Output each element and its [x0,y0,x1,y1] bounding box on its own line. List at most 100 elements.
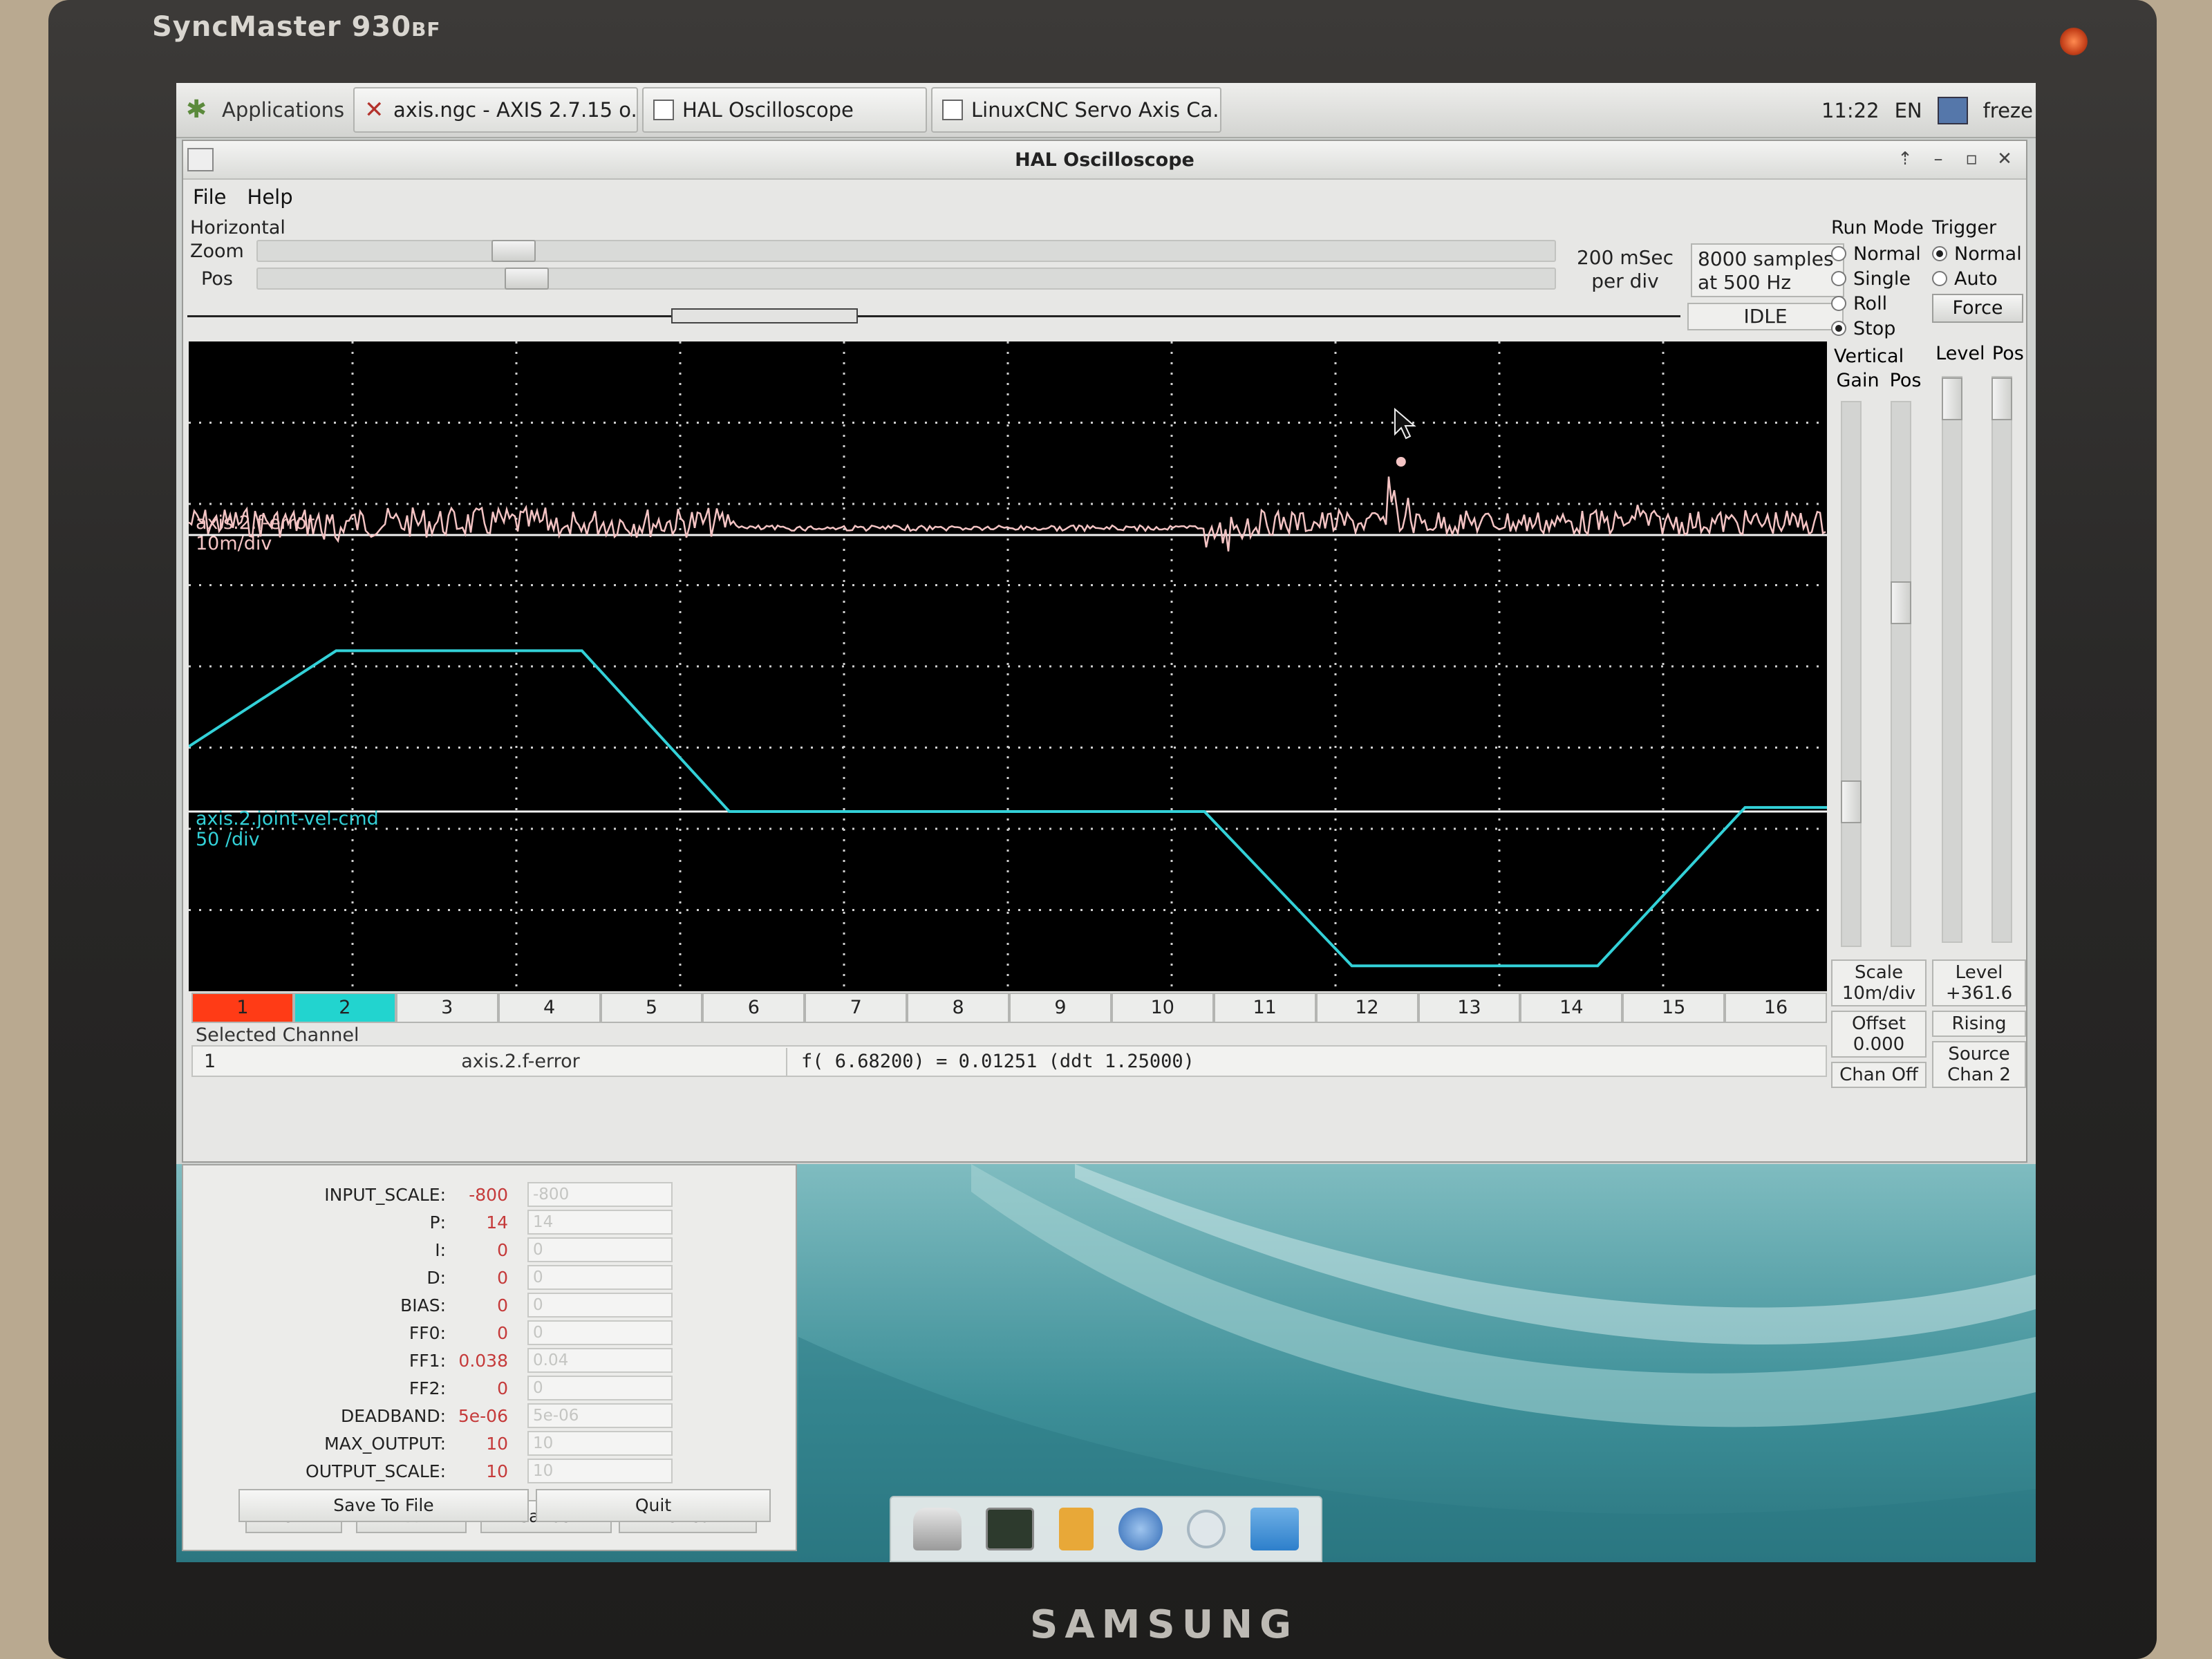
system-tray: 11:22 EN freze [1806,83,2036,138]
shade-icon[interactable]: ⇡ [1893,149,1917,170]
zoom-slider[interactable] [256,240,1556,262]
pos-slider-thumb[interactable] [505,268,549,290]
file-manager-icon[interactable] [1059,1508,1094,1550]
channel-button-9[interactable]: 9 [1009,993,1112,1023]
clock[interactable]: 11:22 [1821,99,1880,122]
folder-icon[interactable] [1250,1508,1300,1550]
param-input[interactable]: 0.04 [527,1348,673,1373]
channel-button-6[interactable]: 6 [702,993,805,1023]
close-icon[interactable]: ✕ [1993,149,2016,170]
channel2-trace-label: axis.2.joint-vel-cmd 50 /div [196,809,379,850]
trigger-auto[interactable]: Auto [1932,266,2026,291]
vertical-pos-slider-thumb[interactable] [1891,581,1911,624]
menu-file[interactable]: File [193,185,227,209]
record-window-marker[interactable] [671,308,858,324]
vertical-title: Vertical [1834,346,1904,367]
channel-button-7[interactable]: 7 [805,993,908,1023]
minimize-icon[interactable]: – [1927,149,1950,170]
sample-rate-button[interactable]: 8000 samples at 500 Hz [1691,243,1844,297]
web-browser-icon[interactable] [1118,1508,1163,1550]
param-input[interactable]: 0 [527,1293,673,1318]
channel-button-10[interactable]: 10 [1111,993,1214,1023]
gain-slider-thumb[interactable] [1841,780,1862,823]
channel1-scale: 10m/div [196,533,272,554]
vertical-pos-label: Pos [1889,370,1922,391]
monitor-model-label: SyncMaster 930BF [152,11,441,43]
param-current-value: 10 [486,1434,508,1454]
channel-button-16[interactable]: 16 [1725,993,1827,1023]
search-icon[interactable] [1187,1510,1226,1548]
taskbar: ✱ Applications ✕ axis.ngc - AXIS 2.7.15 … [176,83,2036,138]
channel-button-3[interactable]: 3 [395,993,498,1023]
trigger-level-slider[interactable] [1942,376,1962,943]
channel-button-12[interactable]: 12 [1315,993,1418,1023]
trigger-source-button[interactable]: Source Chan 2 [1932,1041,2026,1088]
param-current-value: 10 [486,1461,508,1481]
pos-slider[interactable] [256,268,1556,290]
task-hal-oscilloscope[interactable]: HAL Oscilloscope [642,87,927,133]
pos-label: Pos [201,268,233,290]
record-position-bar[interactable] [187,304,1680,329]
param-input[interactable]: 5e-06 [527,1403,673,1428]
trigger-normal[interactable]: Normal [1932,241,2026,266]
param-name: OUTPUT_SCALE: [306,1461,446,1481]
param-input[interactable]: 0 [527,1376,673,1400]
param-input[interactable]: 0 [527,1265,673,1290]
user-name[interactable]: freze [1983,99,2033,122]
chan-off-button[interactable]: Chan Off [1831,1062,1927,1088]
channel-button-14[interactable]: 14 [1520,993,1623,1023]
param-input[interactable]: 0 [527,1320,673,1345]
param-name: FF0: [409,1323,446,1343]
channel-button-4[interactable]: 4 [498,993,601,1023]
force-trigger-button[interactable]: Force [1932,294,2023,323]
title-bar[interactable]: HAL Oscilloscope ⇡ – ▫ ✕ [183,141,2026,180]
param-input[interactable]: 14 [527,1210,673,1235]
maximize-icon[interactable]: ▫ [1960,149,1983,170]
channel-button-8[interactable]: 8 [907,993,1009,1023]
trigger-level-label: Level [1936,343,1985,364]
network-icon[interactable] [1937,97,1968,124]
channel-button-11[interactable]: 11 [1213,993,1316,1023]
gain-slider[interactable] [1841,401,1862,947]
trigger-level-thumb[interactable] [1942,377,1962,420]
param-input[interactable]: 0 [527,1237,673,1262]
show-desktop-icon[interactable] [912,1508,962,1550]
scale-button[interactable]: Scale 10m/div [1831,959,1927,1006]
menu-help[interactable]: Help [247,185,293,209]
param-name: BIAS: [400,1295,446,1315]
param-row: FF0: 0 0 [183,1319,798,1347]
vertical-pos-slider[interactable] [1891,401,1911,947]
quit-button[interactable]: Quit [536,1489,771,1522]
channel-button-13[interactable]: 13 [1418,993,1521,1023]
run-mode-normal[interactable]: Normal [1831,241,1927,266]
run-mode-normal-label: Normal [1853,243,1921,265]
task-servo-calibration[interactable]: LinuxCNC Servo Axis Ca... [931,87,1221,133]
trigger-pos-thumb[interactable] [1991,377,2012,420]
monitor-brand-label: SAMSUNG [1030,1602,1299,1647]
run-mode-roll[interactable]: Roll [1831,291,1927,316]
run-mode-stop[interactable]: Stop [1831,316,1927,341]
param-row: D: 0 0 [183,1264,798,1291]
zoom-slider-thumb[interactable] [491,240,536,262]
offset-button[interactable]: Offset 0.000 [1831,1011,1927,1058]
trigger-pos-slider[interactable] [1991,376,2012,943]
scope-display[interactable]: axis.2.f-error 10m/div axis.2.joint-vel-… [189,341,1827,991]
task-axis[interactable]: ✕ axis.ngc - AXIS 2.7.15 o... [353,87,638,133]
trigger-auto-label: Auto [1954,268,1998,290]
zoom-label: Zoom [190,240,244,262]
param-current-value: -800 [469,1185,508,1205]
save-to-file-button[interactable]: Save To File [238,1489,529,1522]
param-input[interactable]: 10 [527,1431,673,1456]
channel-button-1[interactable]: 1 [191,993,294,1023]
param-input[interactable]: -800 [527,1182,673,1207]
applications-menu[interactable]: ✱ Applications [176,87,349,133]
terminal-icon[interactable] [986,1508,1035,1550]
channel-button-2[interactable]: 2 [293,993,396,1023]
selected-channel-source[interactable]: axis.2.f-error [255,1048,787,1076]
trigger-edge-button[interactable]: Rising [1932,1011,2026,1037]
param-input[interactable]: 10 [527,1459,673,1483]
channel-button-15[interactable]: 15 [1622,993,1725,1023]
keyboard-layout[interactable]: EN [1895,99,1922,122]
run-mode-single[interactable]: Single [1831,266,1927,291]
channel-button-5[interactable]: 5 [600,993,703,1023]
